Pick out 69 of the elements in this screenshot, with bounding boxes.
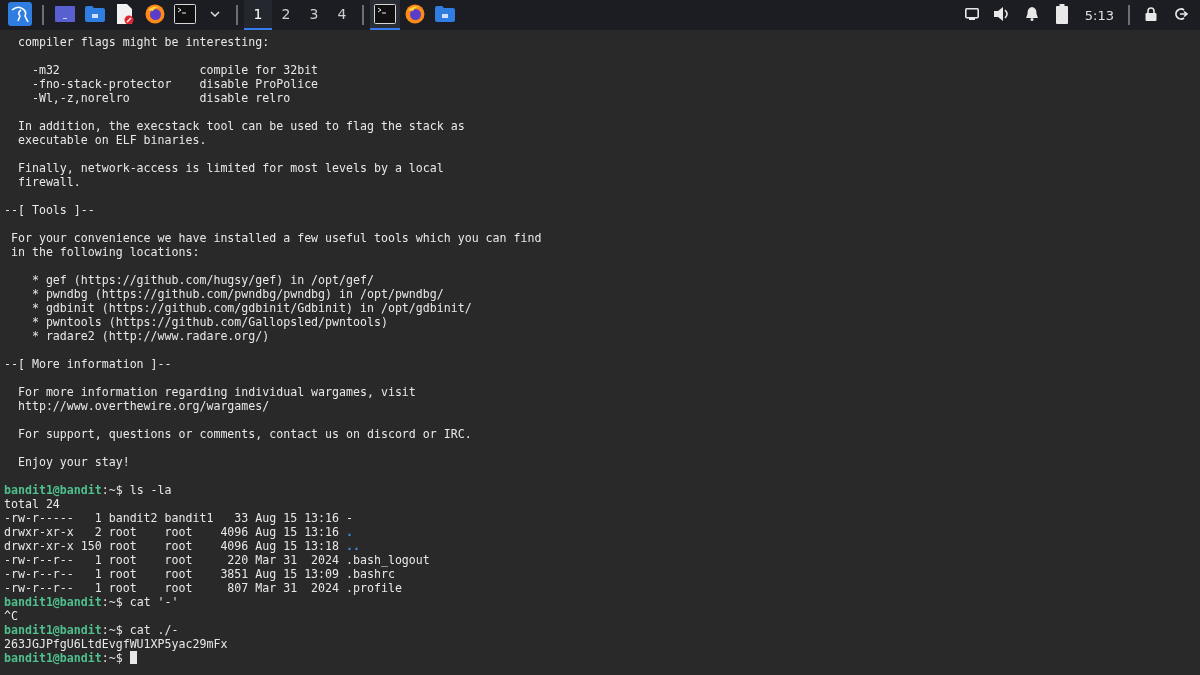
fox-globe-icon [145,4,165,24]
terminal-line: * pwndbg (https://github.com/pwndbg/pwndbg) in /opt/pwndbg/ [30,287,444,301]
terminal-line: * gdbinit (https://github.com/gdbinit/Gdbinit) in /opt/gdbinit/ [30,301,472,315]
battery-icon [1055,4,1068,24]
terminal-line: For more information regarding individual wargames, visit [16,385,416,399]
file-info: -rw-r--r-- 1 root root 807 Mar 31 2024 [4,581,340,595]
workspace-button[interactable]: 4 [328,0,356,30]
workspace-button[interactable]: 1 [244,0,272,30]
monitor-icon [964,8,979,20]
terminal-line: 263JGJPfgU6LtdEvgfWU1XP5yac29mFx [4,637,228,651]
logout-icon [1174,7,1188,21]
terminal-line: ^C [4,609,18,623]
prompt-user: bandit1@bandit [4,651,102,665]
file-name: . [346,525,353,539]
prompt-user: bandit1@bandit [4,623,102,637]
file-info: -rw-r--r-- 1 root root 3851 Aug 15 13:09 [4,567,340,581]
file-name: - [346,511,353,525]
terminal-line: in the following locations: [9,245,200,259]
terminal-line: -Wl,-z,norelro disable relro [30,91,291,105]
terminal-line: --[ Tools ]-- [4,203,95,217]
folder-icon [85,6,105,22]
terminal-line: firewall. [16,175,81,189]
terminal-line: total 24 [4,497,60,511]
terminal-line: * gef (https://github.com/hugsy/gef) in /opt/gef/ [30,273,374,287]
terminal-line: Finally, network-access is limited for most levels by a local [16,161,444,175]
volume-icon [993,7,1010,21]
command-text: cat '-' [128,595,179,609]
file-name: .bashrc [346,567,395,581]
file-name: .bash_logout [346,553,430,567]
window-button[interactable] [370,0,400,30]
workspace-button[interactable]: 3 [300,0,328,30]
file-name: .profile [346,581,402,595]
desktop-icon [55,6,75,22]
prompt-path: :~$ [101,483,123,497]
fox-globe-icon [405,4,425,24]
terminal-line: For support, questions or comments, contact us on discord or IRC. [16,427,472,441]
terminal-line: * radare2 (http://www.radare.org/) [30,329,270,343]
terminal-line: -m32 compile for 32bit [30,63,319,77]
file-info: -rw-r----- 1 bandit2 bandit1 33 Aug 15 13:16 [4,511,340,525]
file-info: drwxr-xr-x 2 root root 4096 Aug 15 13:16 [4,525,340,539]
file-info: -rw-r--r-- 1 root root 220 Mar 31 2024 [4,553,340,567]
terminal-line: Enjoy your stay! [16,455,130,469]
terminal-line: compiler flags might be interesting: [16,35,270,49]
workspace-button[interactable]: 2 [272,0,300,30]
folder-icon [435,6,455,22]
prompt-user: bandit1@bandit [4,595,102,609]
file-info: drwxr-xr-x 150 root root 4096 Aug 15 13:18 [4,539,340,553]
terminal-line: For your convenience we have installed a few useful tools which you can find [9,231,542,245]
terminal-line: * pwntools (https://github.com/Gallopsled/pwntools) [30,315,388,329]
prompt-path: :~$ [101,595,123,609]
prompt-user: bandit1@bandit [4,483,102,497]
terminal-icon [374,4,396,24]
terminal-icon [174,4,196,24]
terminal-line: --[ More information ]-- [4,357,172,371]
terminal-line: executable on ELF binaries. [16,133,207,147]
command-text: cat ./- [128,623,179,637]
command-text: ls -la [128,483,172,497]
file-name: .. [346,539,360,553]
prompt-path: :~$ [101,651,123,665]
text-cursor [129,651,137,664]
clock[interactable]: 5:13 [1076,7,1122,23]
prompt-path: :~$ [101,623,123,637]
document-icon [116,4,134,24]
terminal-line: http://www.overthewire.org/wargames/ [16,399,270,413]
bell-icon [1024,7,1039,21]
lock-icon [1145,7,1157,21]
terminal-line: In addition, the execstack tool can be used to flag the stack as [16,119,465,133]
chevron-down-icon [210,11,220,17]
terminal-line: -fno-stack-protector disable ProPolice [30,77,319,91]
